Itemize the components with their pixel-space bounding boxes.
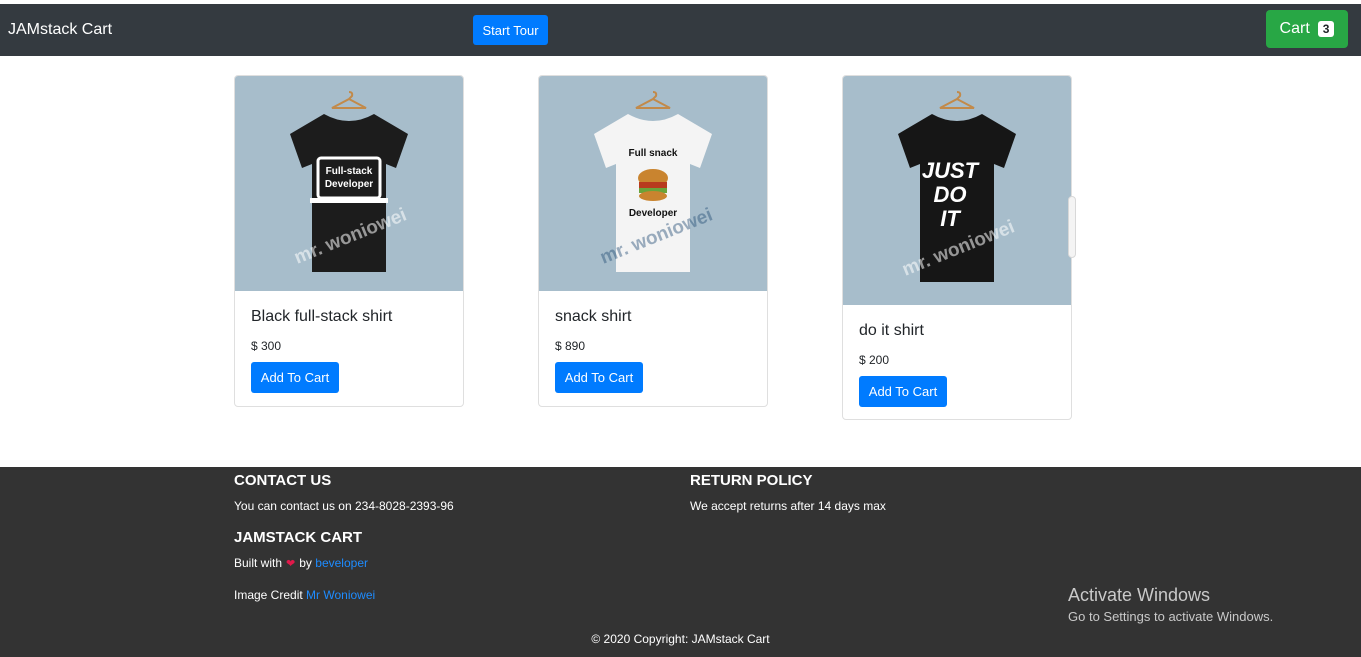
heart-icon: ❤	[286, 558, 296, 570]
product-price: $ 200	[859, 353, 890, 367]
return-policy-heading: RETURN POLICY	[690, 472, 813, 489]
cart-button[interactable]: Cart 3	[1266, 10, 1348, 48]
copyright-text: © 2020 Copyright: JAMstack Cart	[591, 632, 770, 646]
add-to-cart-button[interactable]: Add To Cart	[859, 376, 947, 407]
cart-label: Cart	[1279, 20, 1310, 37]
burger-bun-bottom	[639, 191, 667, 201]
brand-title[interactable]: JAMstack Cart	[8, 21, 112, 39]
product-card: Full-stack Developer mr. woniowei Black …	[234, 75, 464, 407]
shirt-print-line-2: DO	[934, 182, 967, 207]
product-title: do it shirt	[859, 322, 924, 339]
built-with-line: Built with ❤ by beveloper	[234, 556, 368, 570]
product-title: snack shirt	[555, 308, 632, 325]
built-with-text: Built with	[234, 556, 283, 570]
card-body: snack shirt $ 890 Add To Cart	[539, 308, 767, 393]
activate-windows-title: Activate Windows	[1068, 585, 1211, 605]
product-price: $ 300	[251, 339, 282, 353]
navbar: JAMstack Cart Start Tour Cart 3	[0, 4, 1361, 56]
cart-count-badge: 3	[1317, 21, 1335, 37]
beveloper-link[interactable]: beveloper	[315, 556, 368, 570]
shirt-print-line-1: JUST	[922, 158, 980, 183]
image-credit-line: Image Credit Mr Woniowei	[234, 588, 375, 602]
shirt-print-line-1: Full-stack	[326, 166, 373, 177]
card-body: Black full-stack shirt $ 300 Add To Cart	[235, 308, 463, 393]
laptop-base-print	[310, 198, 388, 203]
product-title: Black full-stack shirt	[251, 308, 393, 325]
product-card: Full snack Developer mr. woniowei snack …	[538, 75, 768, 407]
scroll-handle[interactable]	[1068, 196, 1076, 258]
product-price: $ 890	[555, 339, 586, 353]
image-credit-text: Image Credit	[234, 588, 303, 602]
shirt-print-line-2: Developer	[325, 179, 373, 190]
shirt-print-line-2: Developer	[629, 208, 677, 219]
shirt-print-line-1: Full snack	[629, 148, 678, 159]
product-card: JUST DO IT mr. woniowei do it shirt $ 20…	[842, 75, 1072, 420]
burger-patty	[639, 182, 667, 188]
contact-text: You can contact us on 234-8028-2393-96	[234, 499, 454, 513]
return-policy-text: We accept returns after 14 days max	[690, 499, 886, 513]
card-body: do it shirt $ 200 Add To Cart	[843, 322, 1071, 407]
product-image: JUST DO IT mr. woniowei	[843, 76, 1071, 305]
add-to-cart-button[interactable]: Add To Cart	[555, 362, 643, 393]
add-to-cart-button[interactable]: Add To Cart	[251, 362, 339, 393]
contact-heading: CONTACT US	[234, 472, 332, 489]
shirt-print-line-3: IT	[940, 206, 961, 231]
start-tour-button[interactable]: Start Tour	[473, 15, 548, 45]
activate-windows-subtitle: Go to Settings to activate Windows.	[1068, 609, 1274, 624]
built-by-text: by	[299, 556, 312, 570]
jamstack-cart-heading: JAMSTACK CART	[234, 529, 363, 546]
product-image: Full-stack Developer mr. woniowei	[235, 76, 463, 291]
product-image: Full snack Developer mr. woniowei	[539, 76, 767, 291]
activate-windows-watermark: Activate Windows Go to Settings to activ…	[1068, 585, 1273, 624]
woniowei-link[interactable]: Mr Woniowei	[306, 588, 375, 602]
footer: CONTACT US You can contact us on 234-802…	[0, 467, 1361, 657]
